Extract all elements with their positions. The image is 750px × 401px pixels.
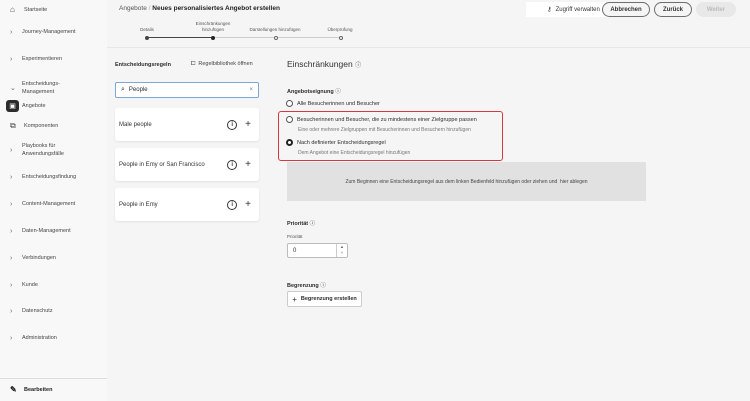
offers-icon: ▣ bbox=[6, 100, 19, 112]
drop-zone[interactable]: Zum Beginnen eine Entscheidungsregel aus… bbox=[287, 162, 646, 201]
radio-audience[interactable]: Besucherinnen und Besucher, die zu minde… bbox=[286, 116, 477, 123]
search-input[interactable]: ⌕ People × bbox=[115, 82, 259, 98]
sidebar-item-startseite[interactable]: ⌂ Startseite bbox=[10, 5, 105, 14]
rules-title: Entscheidungsregeln bbox=[115, 62, 171, 68]
priority-stepper[interactable]: 0 ▲ ▼ bbox=[287, 243, 348, 258]
decrement-icon[interactable]: ▼ bbox=[340, 250, 344, 256]
constraints-title: Einschränkungen ⓘ bbox=[287, 59, 362, 69]
chevron-right-icon: › bbox=[10, 281, 13, 289]
sidebar-item-komponenten[interactable]: ⧉ Komponenten bbox=[10, 121, 105, 131]
next-button[interactable]: Weiter bbox=[696, 2, 736, 17]
sidebar-item-entscheidungs-management[interactable]: ⌄ Entscheidungs-Management bbox=[10, 80, 80, 96]
step-dot bbox=[145, 36, 149, 40]
sidebar-item-journey[interactable]: › Journey-Management bbox=[10, 28, 105, 36]
header-divider bbox=[107, 47, 750, 48]
clear-icon[interactable]: × bbox=[249, 87, 253, 93]
radio-selected-icon bbox=[286, 139, 293, 146]
search-icon: ⌕ bbox=[121, 86, 125, 93]
pencil-icon: ✎ bbox=[10, 385, 17, 394]
sidebar-item-experimentieren[interactable]: › Experimentieren bbox=[10, 55, 105, 63]
home-icon: ⌂ bbox=[10, 5, 15, 14]
edit-button[interactable]: ✎ Bearbeiten bbox=[10, 385, 105, 394]
info-icon[interactable]: i bbox=[227, 159, 238, 170]
add-icon[interactable]: + bbox=[245, 199, 251, 210]
key-icon: ⚷ bbox=[547, 7, 552, 13]
sidebar-item-administration[interactable]: › Administration bbox=[10, 334, 105, 342]
chevron-right-icon: › bbox=[10, 55, 13, 63]
chevron-right-icon: › bbox=[10, 307, 13, 315]
info-icon[interactable]: ⓘ bbox=[355, 63, 361, 69]
open-library-button[interactable]: ⧠ Regelbibliothek öffnen bbox=[191, 61, 253, 68]
priority-label: Priorität bbox=[287, 234, 303, 239]
info-icon[interactable]: i bbox=[227, 119, 238, 130]
divider bbox=[0, 378, 107, 379]
stepper-line-pending bbox=[214, 37, 342, 38]
radio-icon bbox=[286, 100, 293, 107]
page-title: Neues personalisiertes Angebot erstellen bbox=[152, 5, 280, 12]
components-icon: ⧉ bbox=[10, 121, 16, 130]
radio-decision-rule-desc: Dem Angebot eine Entscheidungsregel hinz… bbox=[298, 150, 411, 156]
rule-card[interactable]: People in Emy or San Francisco i + bbox=[115, 148, 259, 181]
info-icon[interactable]: ⓘ bbox=[335, 89, 341, 95]
chevron-right-icon: › bbox=[10, 227, 13, 235]
sidebar-item-verbindungen[interactable]: › Verbindungen bbox=[10, 254, 105, 262]
radio-decision-rule[interactable]: Nach definierter Entscheidungsregel bbox=[286, 139, 386, 146]
sidebar-item-datenschutz[interactable]: › Datenschutz bbox=[10, 307, 105, 315]
radio-icon bbox=[286, 116, 293, 123]
chevron-right-icon: › bbox=[10, 146, 13, 154]
step-dot bbox=[339, 36, 343, 40]
step-label: Darstellungen hinzufügen bbox=[249, 27, 301, 32]
eligibility-label: Angebotseignung ⓘ bbox=[287, 89, 341, 95]
chevron-down-icon: ⌄ bbox=[10, 85, 16, 92]
sidebar-item-kunde[interactable]: › Kunde bbox=[10, 281, 105, 289]
chevron-right-icon: › bbox=[10, 173, 13, 181]
chevron-right-icon: › bbox=[10, 200, 13, 208]
step-label: Details bbox=[140, 27, 154, 32]
priority-title: Priorität ⓘ bbox=[287, 221, 316, 227]
breadcrumb-parent[interactable]: Angebote bbox=[119, 5, 147, 12]
info-icon[interactable]: ⓘ bbox=[320, 283, 326, 289]
rule-card[interactable]: Male people i + bbox=[115, 108, 259, 141]
chevron-right-icon: › bbox=[10, 28, 13, 36]
step-dot bbox=[274, 36, 278, 40]
step-label: Einschränkungen hinzufügen bbox=[195, 21, 231, 32]
sidebar-item-playbooks[interactable]: › Playbooks für Anwendungsfälle bbox=[10, 142, 90, 158]
cap-title: Begrenzung ⓘ bbox=[287, 283, 326, 289]
radio-audience-desc: Eine oder mehrere Zielgruppen mit Besuch… bbox=[298, 127, 471, 133]
breadcrumb: Angebote / Neues personalisiertes Angebo… bbox=[119, 5, 280, 12]
step-dot-current bbox=[211, 36, 215, 40]
info-icon[interactable]: ⓘ bbox=[310, 221, 316, 227]
back-button[interactable]: Zurück bbox=[654, 2, 692, 17]
sidebar: ⌂ Startseite › Journey-Management › Experim… bbox=[0, 0, 107, 401]
sidebar-item-entscheidungsfindung[interactable]: › Entscheidungsfindung bbox=[10, 173, 105, 181]
radio-all-visitors[interactable]: Alle Besucherinnen und Besucher bbox=[286, 100, 380, 107]
info-icon[interactable]: i bbox=[227, 199, 238, 210]
plus-icon: + bbox=[292, 294, 297, 304]
sidebar-item-content[interactable]: › Content-Management bbox=[10, 200, 105, 208]
chevron-right-icon: › bbox=[10, 334, 13, 342]
library-icon: ⧠ bbox=[191, 61, 196, 67]
step-label: Überprüfung bbox=[327, 27, 353, 32]
add-icon[interactable]: + bbox=[245, 159, 251, 170]
sidebar-item-daten[interactable]: › Daten-Management bbox=[10, 227, 105, 235]
chevron-right-icon: › bbox=[10, 254, 13, 262]
add-icon[interactable]: + bbox=[245, 119, 251, 130]
cancel-button[interactable]: Abbrechen bbox=[602, 2, 650, 17]
create-cap-button[interactable]: + Begrenzung erstellen bbox=[287, 291, 362, 307]
rule-card[interactable]: People in Emy i + bbox=[115, 188, 259, 221]
sidebar-item-angebote[interactable]: ▣ Angebote bbox=[6, 100, 101, 112]
